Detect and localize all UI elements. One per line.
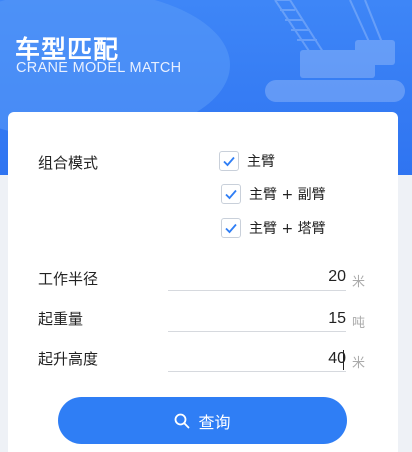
option-label: 主臂 <box>247 154 275 170</box>
radius-input[interactable] <box>168 264 346 290</box>
checkbox-checked-icon[interactable] <box>221 218 241 238</box>
search-button[interactable]: 查询 <box>58 397 347 444</box>
page-subtitle: CRANE MODEL MATCH <box>16 60 182 76</box>
height-unit: 米 <box>352 356 366 371</box>
form-card: 组合模式 主臂 主臂 + 副臂 主臂 + 塔臂 工作半径 米 起重量 吨 起升高… <box>8 112 398 452</box>
option-main-boom[interactable]: 主臂 <box>219 151 275 171</box>
mode-label: 组合模式 <box>38 154 99 172</box>
checkbox-checked-icon[interactable] <box>219 151 239 171</box>
checkbox-checked-icon[interactable] <box>221 184 241 204</box>
crane-illustration <box>265 0 405 102</box>
option-main-tower[interactable]: 主臂 + 塔臂 <box>221 218 326 238</box>
weight-input[interactable] <box>168 306 346 332</box>
search-icon <box>175 413 190 428</box>
option-label: 主臂 + 副臂 <box>249 187 326 203</box>
height-underline <box>168 371 346 372</box>
weight-label: 起重量 <box>38 310 84 328</box>
weight-unit: 吨 <box>352 316 366 331</box>
text-caret <box>343 350 344 370</box>
search-button-label: 查询 <box>198 412 231 432</box>
option-main-jib[interactable]: 主臂 + 副臂 <box>221 184 326 204</box>
height-input[interactable] <box>168 346 346 372</box>
option-label: 主臂 + 塔臂 <box>249 221 326 237</box>
radius-underline <box>168 290 346 291</box>
radius-unit: 米 <box>352 275 366 290</box>
height-label: 起升高度 <box>38 350 99 368</box>
radius-label: 工作半径 <box>38 270 99 288</box>
weight-underline <box>168 331 346 332</box>
